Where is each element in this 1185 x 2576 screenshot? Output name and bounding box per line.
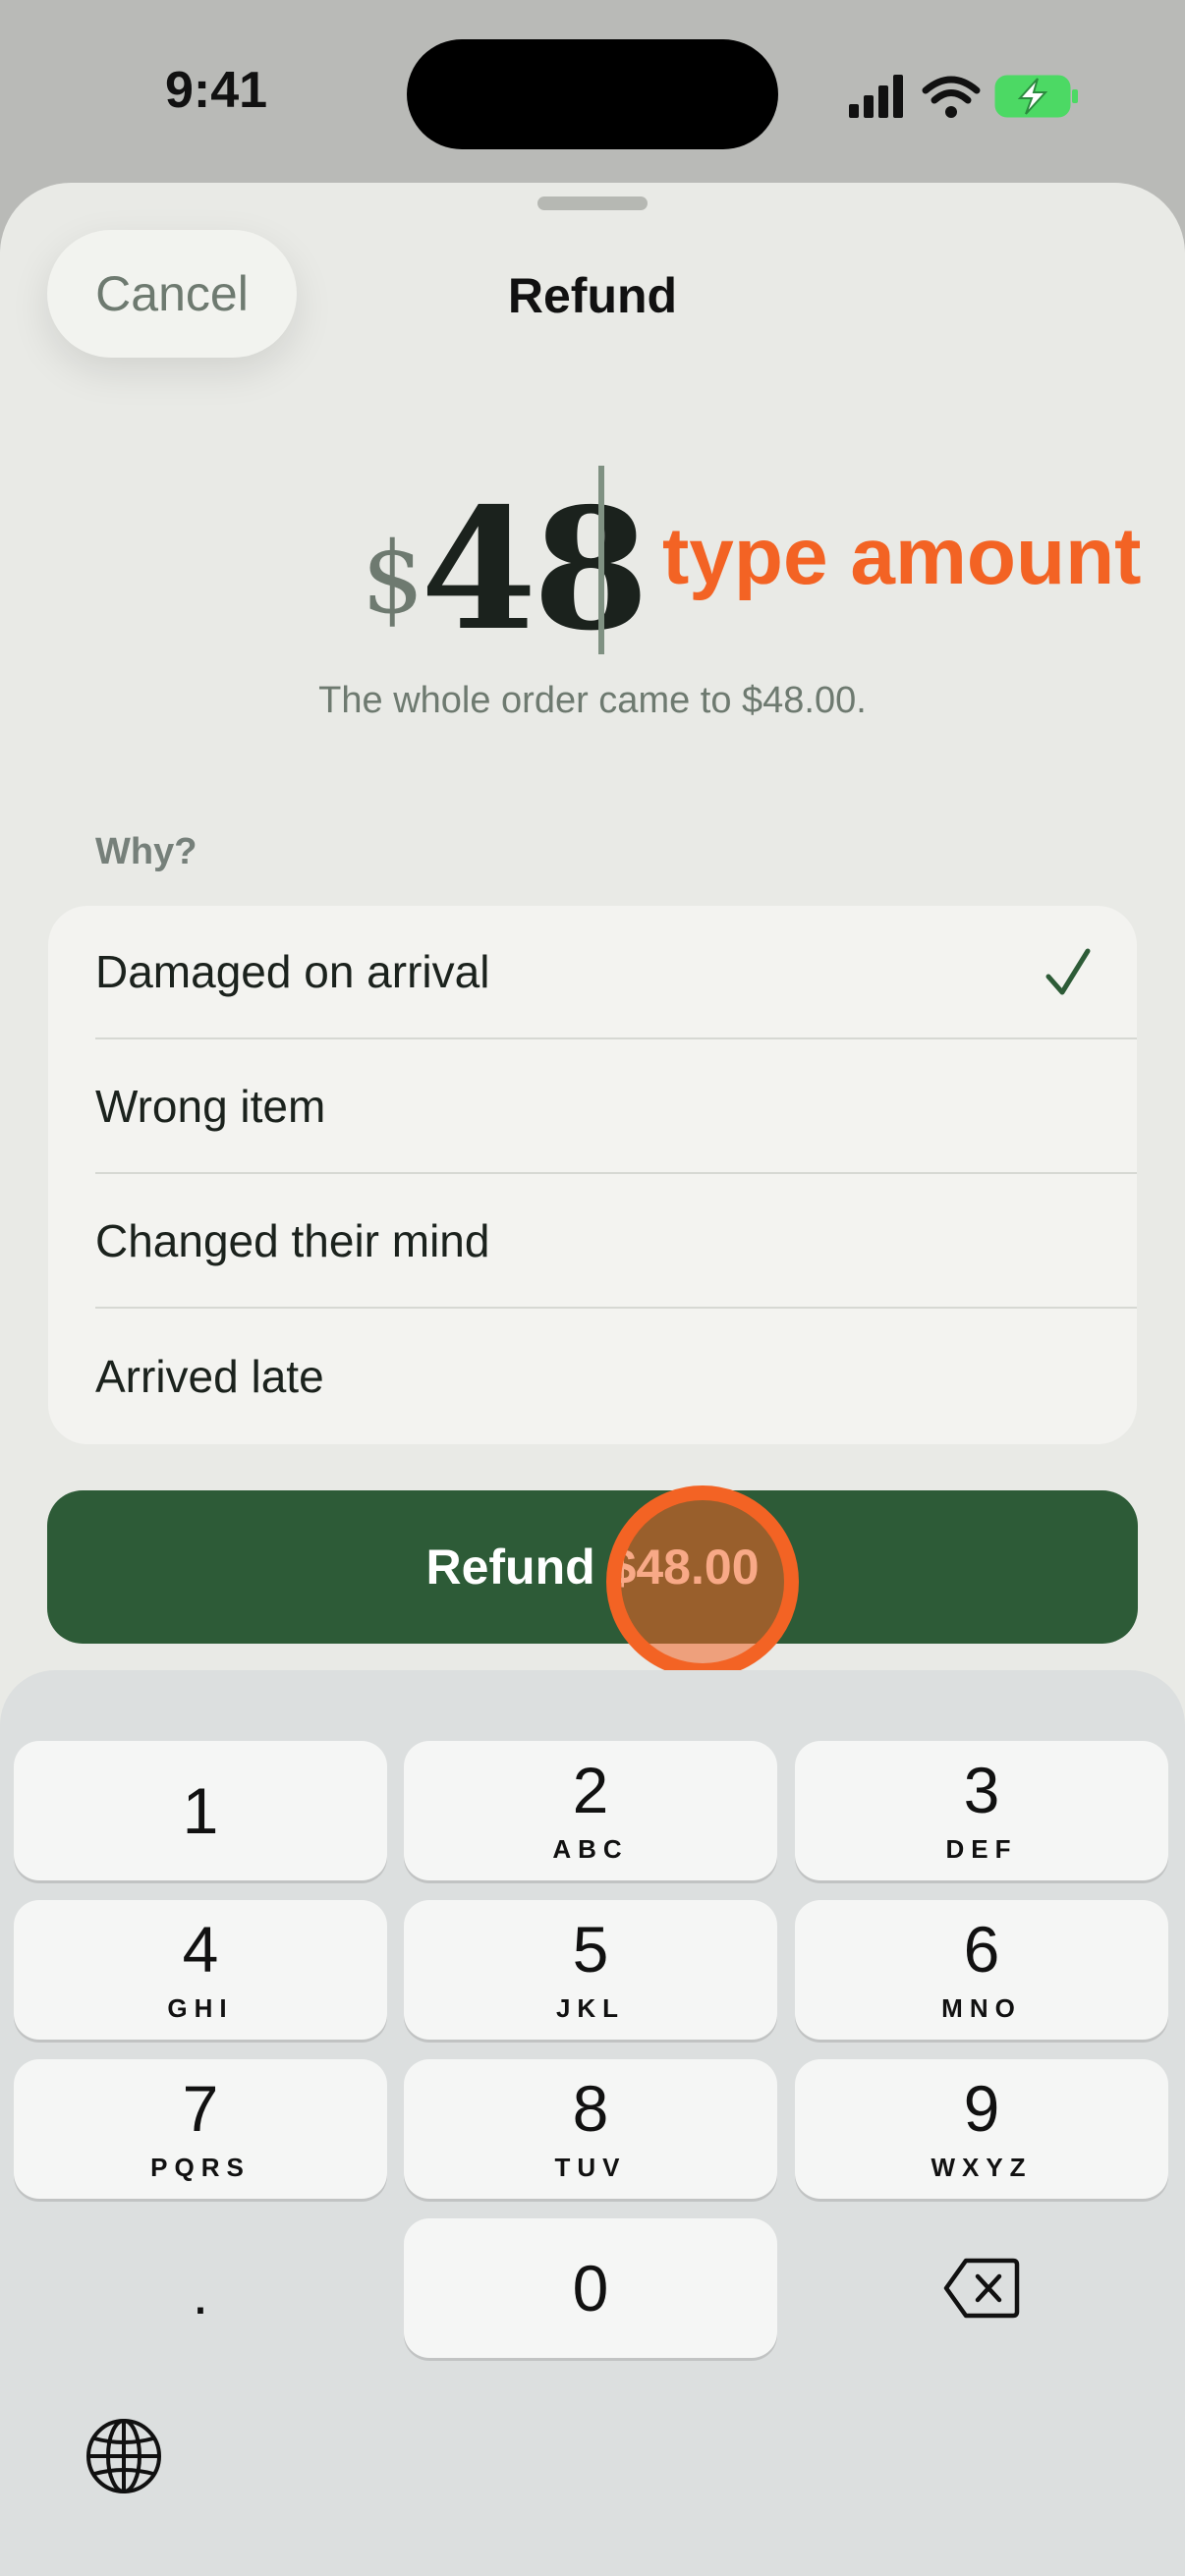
wifi-icon [922,76,981,118]
key-4[interactable]: 4 GHI [14,1900,387,2040]
key-5[interactable]: 5 JKL [404,1900,777,2040]
key-letters: TUV [554,2152,627,2182]
key-letters: MNO [941,1992,1022,2023]
key-3[interactable]: 3 DEF [795,1741,1168,1880]
key-letters: WXYZ [931,2152,1033,2182]
key-letters: JKL [555,1992,626,2023]
key-digit: 8 [572,2071,609,2145]
key-6[interactable]: 6 MNO [795,1900,1168,2040]
checkmark-icon [1045,948,1091,995]
key-1[interactable]: 1 [14,1741,387,1880]
key-8[interactable]: 8 TUV [404,2059,777,2199]
key-digit: 4 [182,1912,219,1986]
key-digit: 7 [182,2071,219,2145]
key-letters: DEF [945,1833,1018,1864]
key-7[interactable]: 7 PQRS [14,2059,387,2199]
annotation-label: type amount [662,512,1142,601]
reason-label: Wrong item [95,1081,326,1132]
delete-backspace-icon [943,2258,1020,2319]
reason-option-arrived-late[interactable]: Arrived late [95,1310,1137,1443]
key-digit: 0 [572,2252,609,2324]
sheet-grabber[interactable] [537,196,648,210]
tap-indicator [606,1485,799,1678]
sheet-title: Refund [507,268,678,323]
dynamic-island [407,39,778,149]
key-digit: 1 [182,1774,219,1847]
key-9[interactable]: 9 WXYZ [795,2059,1168,2199]
battery-charging-icon [994,75,1078,118]
key-0[interactable]: 0 [404,2218,777,2358]
key-decimal[interactable]: . [14,2218,387,2358]
cellular-signal-icon [849,75,903,118]
key-letters: ABC [552,1833,629,1864]
status-time: 9:41 [165,62,268,119]
key-2[interactable]: 2 ABC [404,1741,777,1880]
globe-icon[interactable] [85,2417,163,2495]
key-digit: 9 [963,2071,1000,2145]
status-icons [849,75,1078,118]
reason-list: Damaged on arrival Wrong item Changed th… [48,906,1137,1444]
key-digit: 5 [572,1912,609,1986]
decimal-label: . [192,2260,209,2326]
key-digit: 6 [963,1912,1000,1986]
reason-label: Arrived late [95,1351,324,1402]
reason-label: Changed their mind [95,1215,490,1266]
currency-symbol: $ [362,521,424,636]
order-total-note: The whole order came to $48.00. [318,680,867,721]
refund-button[interactable]: Refund $48.00 [47,1490,1138,1644]
delete-key[interactable] [795,2218,1168,2358]
key-letters: GHI [167,1992,234,2023]
reason-label: Damaged on arrival [95,946,490,997]
reason-option-changed-mind[interactable]: Changed their mind [95,1175,1137,1309]
key-digit: 3 [963,1753,1000,1826]
reason-heading: Why? [95,831,198,872]
key-digit: 2 [572,1753,609,1826]
reason-option-wrong-item[interactable]: Wrong item [95,1040,1137,1174]
reason-option-damaged[interactable]: Damaged on arrival [95,906,1137,1039]
text-caret [598,466,604,654]
key-letters: PQRS [150,2152,251,2182]
amount-input[interactable]: 48 [421,472,649,668]
